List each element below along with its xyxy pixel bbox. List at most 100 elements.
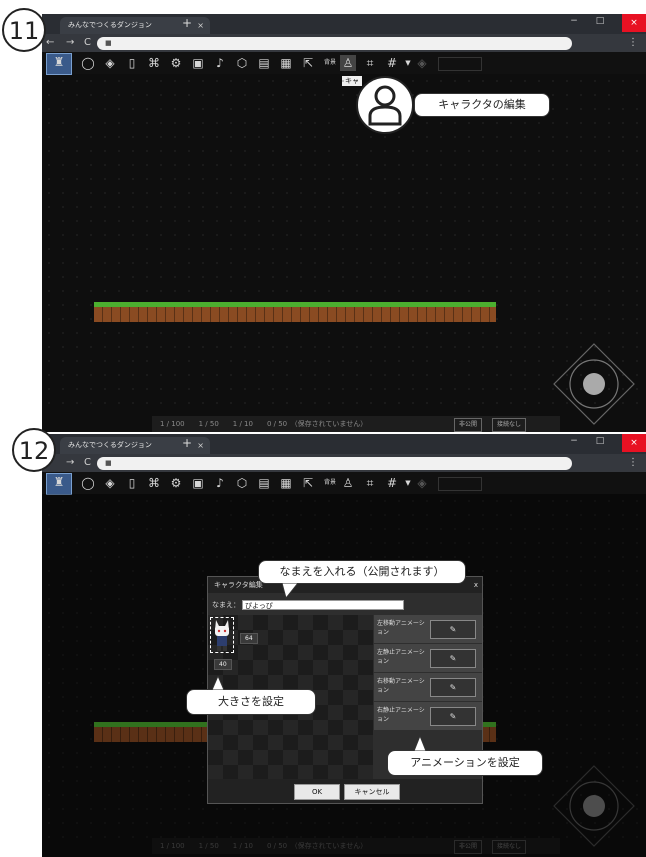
editor-toolbar: ♜ ◯ ◈ ▯ ⌘ ⚙ ▣ ♪ ⬡ ▤ ▦ ⇱ 背景 ♙ ⌗ # ▼ ◈ (42, 472, 646, 495)
reload-button[interactable]: C (84, 457, 91, 468)
status-bar: 1 / 100 1 / 50 1 / 10 0 / 50 （保存されていません）… (152, 416, 560, 432)
character-sprite-icon (215, 620, 229, 651)
name-label: なまえ： (212, 601, 240, 609)
layer-slot (438, 477, 482, 491)
music-icon[interactable]: ♪ (212, 55, 228, 71)
minimize-button[interactable]: − (564, 16, 584, 26)
browser-menu-icon[interactable]: ⋮ (628, 37, 638, 48)
speech-icon[interactable]: ◯ (80, 55, 96, 71)
forward-button[interactable]: → (66, 457, 74, 468)
dpad-control[interactable] (552, 342, 636, 426)
back-button[interactable]: ← (46, 37, 54, 48)
left-idle-animation-row: 左静止アニメーション ✎ (374, 644, 482, 673)
edit-pencil-icon[interactable]: ✎ (430, 678, 476, 697)
tab-close-icon[interactable]: × (197, 437, 204, 454)
url-input[interactable]: ■ (97, 37, 572, 50)
callout-character-edit: キャラクタの編集 (414, 93, 550, 117)
close-window-button[interactable]: × (622, 434, 646, 452)
reload-button[interactable]: C (84, 37, 91, 48)
title-bar: みんなでつくるダンジョン × + − □ × (42, 14, 646, 34)
image-icon[interactable]: ▣ (190, 475, 206, 491)
edit-pencil-icon[interactable]: ✎ (430, 649, 476, 668)
tab-close-icon[interactable]: × (197, 17, 204, 34)
editor-toolbar: ♜ ◯ ◈ ▯ ⌘ ⚙ ▣ ♪ ⬡ ▤ ▦ ⇱ 背景 ♙ ⌗ # ▼ ◈ (42, 52, 646, 75)
gamepad-icon[interactable]: ⌘ (146, 475, 162, 491)
export-icon[interactable]: ⇱ (300, 55, 316, 71)
status-counts: 1 / 100 1 / 50 1 / 10 0 / 50 （保存されていません） (160, 420, 368, 428)
player-icon[interactable]: ♜ (46, 53, 72, 75)
connection-badge: 接続なし (492, 418, 527, 432)
film-icon[interactable]: ▤ (256, 55, 272, 71)
speech-icon[interactable]: ◯ (80, 475, 96, 491)
sprite-preview[interactable] (210, 617, 234, 653)
character-edit-icon[interactable]: ♙ (340, 475, 356, 491)
animation-label: 右移動アニメーション (377, 678, 425, 694)
name-input[interactable]: ぴよっぴ (242, 600, 404, 610)
dialog-title-text: キャラクタ編集 (214, 581, 263, 589)
callout-animation: アニメーションを設定 (387, 750, 543, 776)
layers-icon[interactable]: ◈ (102, 55, 118, 71)
cube-icon[interactable]: ⬡ (234, 55, 250, 71)
tab-title: みんなでつくるダンジョン (68, 441, 152, 449)
tab-title: みんなでつくるダンジョン (68, 21, 152, 29)
step11-browser-window: みんなでつくるダンジョン × + − □ × ← → C ■ ⋮ ♜ ◯ ◈ ▯… (42, 14, 646, 432)
forward-button[interactable]: → (66, 37, 74, 48)
animation-list: 左移動アニメーション ✎ 左静止アニメーション ✎ 右移動アニメーション ✎ 右… (374, 615, 482, 735)
name-row: なまえ： ぴよっぴ (208, 597, 486, 613)
url-input[interactable]: ■ (97, 457, 572, 470)
door-icon[interactable]: ▯ (124, 475, 140, 491)
new-tab-button[interactable]: + (182, 16, 192, 30)
maximize-button[interactable]: □ (590, 436, 610, 446)
browser-menu-icon[interactable]: ⋮ (628, 457, 638, 468)
highlight-circle (356, 76, 414, 134)
edit-pencil-icon[interactable]: ✎ (430, 707, 476, 726)
character-edit-icon[interactable]: ♙ (340, 55, 356, 71)
title-bar: みんなでつくるダンジョン × + − □ × (42, 434, 646, 454)
cube-icon[interactable]: ⬡ (234, 475, 250, 491)
minimize-button[interactable]: − (564, 436, 584, 446)
gear-icon[interactable]: ⚙ (168, 475, 184, 491)
address-bar-row: → C ■ ⋮ (42, 454, 646, 472)
callout-size-pointer (211, 676, 225, 690)
music-icon[interactable]: ♪ (212, 475, 228, 491)
dialog-close-icon[interactable]: x (474, 577, 478, 593)
stack-icon: ◈ (417, 56, 427, 70)
image-icon[interactable]: ▣ (190, 55, 206, 71)
gamepad-icon[interactable]: ⌘ (146, 55, 162, 71)
pixel-icon[interactable]: ⌗ (362, 55, 378, 71)
save-icon[interactable]: ▦ (278, 55, 294, 71)
layer-slot (438, 57, 482, 71)
right-move-animation-row: 右移動アニメーション ✎ (374, 673, 482, 702)
left-move-animation-row: 左移動アニメーション ✎ (374, 615, 482, 644)
player-icon[interactable]: ♜ (46, 473, 72, 495)
step-number-12: 12 (12, 428, 56, 472)
ok-button[interactable]: OK (294, 784, 340, 800)
save-icon[interactable]: ▦ (278, 475, 294, 491)
background-button[interactable]: 背景 (320, 55, 340, 71)
grid-icon[interactable]: # (384, 475, 400, 491)
close-window-button[interactable]: × (622, 14, 646, 32)
layers-icon[interactable]: ◈ (102, 475, 118, 491)
address-bar-row: ← → C ■ ⋮ (42, 34, 646, 52)
edit-pencil-icon[interactable]: ✎ (430, 620, 476, 639)
background-button[interactable]: 背景 (320, 475, 340, 491)
new-tab-button[interactable]: + (182, 436, 192, 450)
width-value[interactable]: 64 (240, 633, 258, 644)
callout-animation-pointer (413, 736, 427, 751)
cancel-button[interactable]: キャンセル (344, 784, 400, 800)
height-value[interactable]: 40 (214, 659, 232, 670)
export-icon[interactable]: ⇱ (300, 475, 316, 491)
callout-name-pointer (281, 583, 299, 599)
dialog-footer: OK キャンセル (208, 779, 482, 803)
character-icon (368, 85, 402, 126)
pixel-icon[interactable]: ⌗ (362, 475, 378, 491)
film-icon[interactable]: ▤ (256, 475, 272, 491)
grid-icon[interactable]: # (384, 55, 400, 71)
animation-label: 右静止アニメーション (377, 707, 425, 723)
gear-icon[interactable]: ⚙ (168, 55, 184, 71)
maximize-button[interactable]: □ (590, 16, 610, 26)
right-idle-animation-row: 右静止アニメーション ✎ (374, 702, 482, 731)
animation-label: 左静止アニメーション (377, 649, 425, 665)
animation-label: 左移動アニメーション (377, 620, 425, 636)
door-icon[interactable]: ▯ (124, 55, 140, 71)
